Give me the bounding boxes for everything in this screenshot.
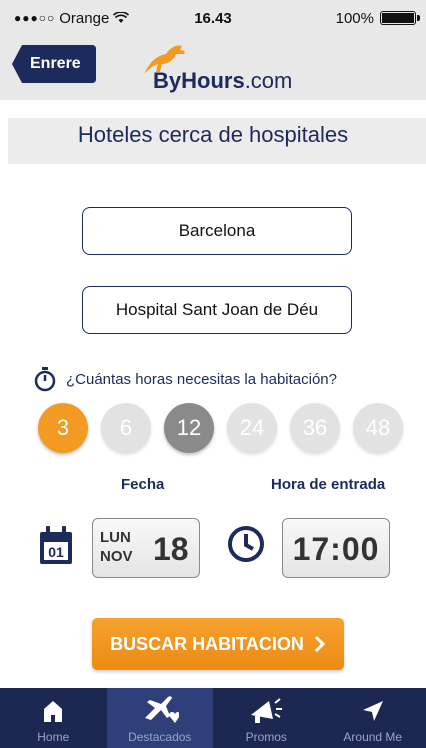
tab-bar: Home Destacados Promos Around Me [0,688,426,748]
back-button-label: Enrere [30,55,81,72]
tab-destacados-label: Destacados [128,730,192,744]
tab-promos-label: Promos [245,730,287,744]
back-button[interactable]: Enrere [12,45,96,83]
logo-text: ByHours.com [153,68,292,94]
date-weekday: LUN [100,529,131,546]
page-title: Hoteles cerca de hospitales [77,122,349,147]
date-picker[interactable]: LUN NOV 18 [92,518,200,578]
byhours-logo: ByHours.com [136,42,306,94]
logo-main: ByHours [153,68,245,93]
hours-question-text: ¿Cuántas horas necesitas la habitación? [66,370,337,388]
tab-around-me-label: Around Me [343,730,403,744]
tab-home[interactable]: Home [0,688,107,748]
app-header: Enrere ByHours.com [0,36,426,100]
hour-option-3[interactable]: 3 [38,403,88,453]
featured-icon [144,696,179,723]
hour-option-36[interactable]: 36 [290,403,340,453]
search-room-button[interactable]: BUSCAR HABITACION [92,618,344,670]
status-bar: ●●●○○ Orange 16.43 100% [0,0,426,36]
date-label: Fecha [121,476,165,493]
location-arrow-icon [362,701,383,721]
clock-icon [228,526,264,562]
home-icon [44,701,63,722]
battery-icon [380,11,420,25]
stopwatch-icon [34,367,56,392]
logo-suffix: .com [244,68,293,93]
entry-time-value: 17:00 [292,531,380,567]
search-button-label: BUSCAR HABITACION [110,633,304,654]
tab-promos[interactable]: Promos [213,688,320,748]
hour-options: 3 6 12 24 36 48 [38,403,403,453]
chevron-right-icon [314,635,325,653]
tab-destacados[interactable]: Destacados [106,688,213,748]
megaphone-icon [251,698,283,723]
city-field[interactable]: Barcelona [82,207,352,255]
date-month: NOV [100,548,133,565]
svg-text:01: 01 [48,544,64,560]
hour-option-48[interactable]: 48 [353,403,403,453]
hour-option-12[interactable]: 12 [164,403,214,453]
tab-home-label: Home [37,730,70,744]
entry-time-picker[interactable]: 17:00 [282,518,390,578]
tab-around-me[interactable]: Around Me [320,688,426,748]
hospital-field[interactable]: Hospital Sant Joan de Déu [82,286,352,334]
date-day: 18 [153,531,189,567]
battery-percent: 100% [335,9,374,27]
calendar-icon: 01 [40,526,72,564]
hour-option-24[interactable]: 24 [227,403,277,453]
hours-question: ¿Cuántas horas necesitas la habitación? [34,366,337,392]
hour-option-6[interactable]: 6 [101,403,151,453]
entry-time-label: Hora de entrada [271,476,386,493]
